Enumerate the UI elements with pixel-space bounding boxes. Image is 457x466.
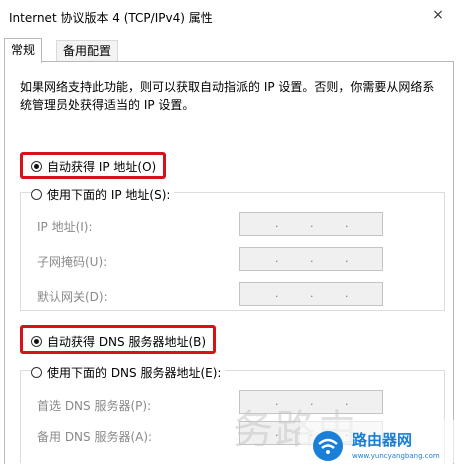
alternate-dns-label: 备用 DNS 服务器(A): xyxy=(37,430,153,444)
radio-unselected-icon xyxy=(31,367,42,378)
ip-dot: . xyxy=(310,252,314,265)
auto-ip-radio[interactable]: 自动获得 IP 地址(O) xyxy=(31,158,156,175)
tab-alternate-config[interactable]: 备用配置 xyxy=(56,40,119,62)
ip-dot: . xyxy=(345,287,349,300)
manual-ip-label: 使用下面的 IP 地址(S): xyxy=(47,188,171,202)
radio-selected-icon xyxy=(31,336,42,347)
manual-dns-label: 使用下面的 DNS 服务器地址(E): xyxy=(47,366,222,380)
watermark-site: www.yuncyangbang.com xyxy=(352,452,440,460)
ip-dot: . xyxy=(345,217,349,230)
ip-dot: . xyxy=(275,252,279,265)
tab-strip: 常规 备用配置 xyxy=(0,38,457,63)
radio-selected-icon xyxy=(31,161,42,172)
ip-dot: . xyxy=(310,217,314,230)
title-bar: Internet 协议版本 4 (TCP/IPv4) 属性 × xyxy=(0,0,457,32)
close-icon[interactable]: × xyxy=(427,4,449,26)
radio-unselected-icon xyxy=(31,189,42,200)
ip-dot: . xyxy=(275,217,279,230)
watermark-logo: 路由器网 www.yuncyangbang.com xyxy=(300,418,457,463)
ip-dot: . xyxy=(345,252,349,265)
auto-ip-label: 自动获得 IP 地址(O) xyxy=(47,160,157,174)
auto-dns-label: 自动获得 DNS 服务器地址(B) xyxy=(47,335,207,349)
manual-ip-radio[interactable]: 使用下面的 IP 地址(S): xyxy=(31,186,175,203)
default-gateway-label: 默认网关(D): xyxy=(37,290,108,304)
ip-address-label: IP 地址(I): xyxy=(37,220,93,234)
manual-dns-radio[interactable]: 使用下面的 DNS 服务器地址(E): xyxy=(31,364,226,381)
tab-general[interactable]: 常规 xyxy=(4,38,43,63)
router-logo-icon: 路由器网 www.yuncyangbang.com xyxy=(300,420,457,463)
ip-dot: . xyxy=(275,287,279,300)
description-text: 如果网络支持此功能，则可以获取自动指派的 IP 设置。否则，你需要从网络系统管理… xyxy=(20,80,435,112)
ip-address-input[interactable]: . . . xyxy=(239,212,383,236)
auto-dns-radio[interactable]: 自动获得 DNS 服务器地址(B) xyxy=(31,333,206,350)
watermark-brand: 路由器网 xyxy=(352,431,412,449)
window-title: Internet 协议版本 4 (TCP/IPv4) 属性 xyxy=(9,11,213,25)
preferred-dns-label: 首选 DNS 服务器(P): xyxy=(37,399,152,413)
subnet-mask-input[interactable]: . . . xyxy=(239,247,383,271)
ip-dot: . xyxy=(310,287,314,300)
default-gateway-input[interactable]: . . . xyxy=(239,282,383,306)
subnet-mask-label: 子网掩码(U): xyxy=(37,255,108,269)
